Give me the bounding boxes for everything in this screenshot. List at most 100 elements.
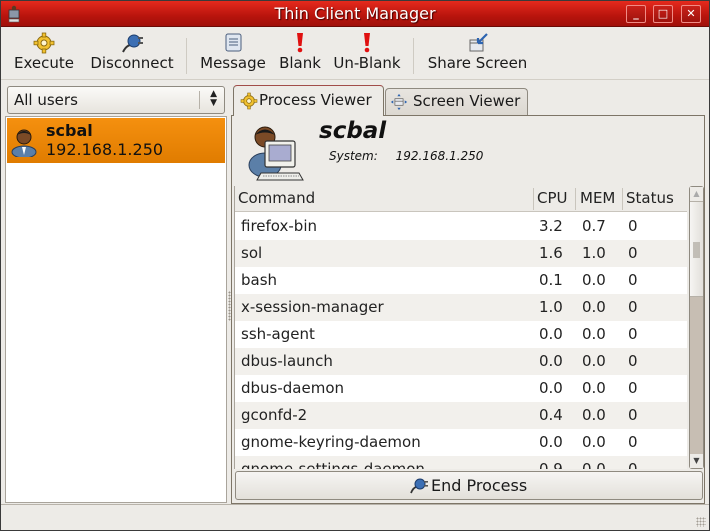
table-header: Command CPU MEM Status xyxy=(235,186,687,212)
system-label: System: xyxy=(329,149,378,163)
table-row[interactable]: gconfd-2 0.4 0.0 0 xyxy=(235,402,687,429)
user-avatar-icon xyxy=(11,129,37,157)
process-command: gnome-settings-daemon xyxy=(241,460,425,469)
toolbar: Execute Disconnect Message Blank Un-Blan… xyxy=(1,28,709,80)
process-cpu: 0.0 xyxy=(539,379,563,397)
process-cpu: 1.0 xyxy=(539,298,563,316)
resize-grip-icon[interactable] xyxy=(696,517,706,527)
column-header-cpu[interactable]: CPU xyxy=(537,189,568,207)
column-separator[interactable] xyxy=(622,188,623,210)
process-cpu: 0.0 xyxy=(539,352,563,370)
process-status: 0 xyxy=(628,271,638,289)
process-status: 0 xyxy=(628,298,638,316)
table-row[interactable]: x-session-manager 1.0 0.0 0 xyxy=(235,294,687,321)
message-label: Message xyxy=(200,54,266,72)
share-screen-label: Share Screen xyxy=(427,54,528,72)
process-mem: 0.0 xyxy=(582,379,606,397)
table-row[interactable]: bash 0.1 0.0 0 xyxy=(235,267,687,294)
message-icon xyxy=(225,33,242,52)
process-mem: 1.0 xyxy=(582,244,606,262)
tab-process-viewer[interactable]: Process Viewer xyxy=(233,85,384,116)
process-mem: 0.0 xyxy=(582,406,606,424)
exclamation-icon xyxy=(364,33,370,53)
status-bar xyxy=(1,504,709,530)
process-cpu: 0.4 xyxy=(539,406,563,424)
process-command: sol xyxy=(241,244,263,262)
user-ip: 192.168.1.250 xyxy=(46,140,164,159)
process-mem: 0.0 xyxy=(582,460,606,469)
column-header-status[interactable]: Status xyxy=(626,189,674,207)
process-cpu: 0.0 xyxy=(539,433,563,451)
blank-label: Blank xyxy=(279,54,321,72)
gear-icon xyxy=(240,92,258,110)
app-window: Thin Client Manager _ □ ✕ Execute Discon… xyxy=(0,0,710,531)
disconnect-label: Disconnect xyxy=(90,54,174,72)
table-row[interactable]: firefox-bin 3.2 0.7 0 xyxy=(235,213,687,240)
client-computer-icon xyxy=(248,126,304,181)
process-status: 0 xyxy=(628,433,638,451)
user-name: scbal xyxy=(46,121,93,140)
process-cpu: 3.2 xyxy=(539,217,563,235)
user-filter-value: All users xyxy=(14,91,78,109)
table-row[interactable]: gnome-settings-daemon 0.9 0.0 0 xyxy=(235,456,687,469)
process-status: 0 xyxy=(628,325,638,343)
process-command: dbus-daemon xyxy=(241,379,345,397)
process-mem: 0.0 xyxy=(582,352,606,370)
execute-label: Execute xyxy=(14,54,74,72)
tab-screen-viewer[interactable]: Screen Viewer xyxy=(385,88,528,115)
user-filter-select[interactable]: All users ▲ ▼ xyxy=(7,86,225,114)
grip-icon xyxy=(693,242,700,258)
process-status: 0 xyxy=(628,352,638,370)
scroll-up-arrow-icon[interactable]: ▲ xyxy=(690,187,703,201)
table-row[interactable]: dbus-daemon 0.0 0.0 0 xyxy=(235,375,687,402)
unblank-button[interactable]: Un-Blank xyxy=(331,32,403,78)
end-process-button[interactable]: End Process xyxy=(235,471,703,500)
process-status: 0 xyxy=(628,379,638,397)
vertical-scrollbar[interactable]: ▲ ▼ xyxy=(689,186,704,469)
process-status: 0 xyxy=(628,244,638,262)
toolbar-separator xyxy=(186,38,187,74)
column-header-command[interactable]: Command xyxy=(238,189,315,207)
minimize-button[interactable]: _ xyxy=(626,5,646,23)
process-command: firefox-bin xyxy=(241,217,317,235)
title-bar[interactable]: Thin Client Manager _ □ ✕ xyxy=(1,1,709,27)
process-cpu: 0.9 xyxy=(539,460,563,469)
message-button[interactable]: Message xyxy=(197,32,269,78)
column-separator[interactable] xyxy=(575,188,576,210)
plug-icon xyxy=(122,34,143,53)
column-header-mem[interactable]: MEM xyxy=(580,189,615,207)
table-row[interactable]: ssh-agent 0.0 0.0 0 xyxy=(235,321,687,348)
execute-button[interactable]: Execute xyxy=(11,32,77,78)
blank-button[interactable]: Blank xyxy=(277,32,323,78)
plug-icon xyxy=(410,478,428,494)
table-row[interactable]: sol 1.6 1.0 0 xyxy=(235,240,687,267)
maximize-icon: □ xyxy=(657,7,669,20)
scrollbar-thumb[interactable] xyxy=(690,201,703,297)
client-name: scbal xyxy=(319,118,387,144)
screen-move-icon xyxy=(390,93,408,111)
process-command: bash xyxy=(241,271,278,289)
process-mem: 0.7 xyxy=(582,217,606,235)
process-status: 0 xyxy=(628,217,638,235)
tab-screen-viewer-label: Screen Viewer xyxy=(413,92,521,110)
up-down-arrows-icon: ▲ ▼ xyxy=(210,89,217,108)
scroll-down-arrow-icon[interactable]: ▼ xyxy=(690,454,703,468)
column-separator[interactable] xyxy=(533,188,534,210)
process-mem: 0.0 xyxy=(582,271,606,289)
end-process-label: End Process xyxy=(431,476,528,495)
share-screen-button[interactable]: Share Screen xyxy=(425,32,530,78)
process-command: gnome-keyring-daemon xyxy=(241,433,421,451)
maximize-button[interactable]: □ xyxy=(653,5,673,23)
window-title: Thin Client Manager xyxy=(274,4,436,23)
select-divider xyxy=(199,91,200,109)
process-mem: 0.0 xyxy=(582,325,606,343)
user-list-item[interactable]: scbal 192.168.1.250 xyxy=(7,118,225,163)
close-button[interactable]: ✕ xyxy=(681,5,701,23)
process-cpu: 0.1 xyxy=(539,271,563,289)
table-row[interactable]: dbus-launch 0.0 0.0 0 xyxy=(235,348,687,375)
process-status: 0 xyxy=(628,460,638,469)
toolbar-separator xyxy=(413,38,414,74)
table-row[interactable]: gnome-keyring-daemon 0.0 0.0 0 xyxy=(235,429,687,456)
system-value: 192.168.1.250 xyxy=(395,149,484,163)
disconnect-button[interactable]: Disconnect xyxy=(87,32,177,78)
